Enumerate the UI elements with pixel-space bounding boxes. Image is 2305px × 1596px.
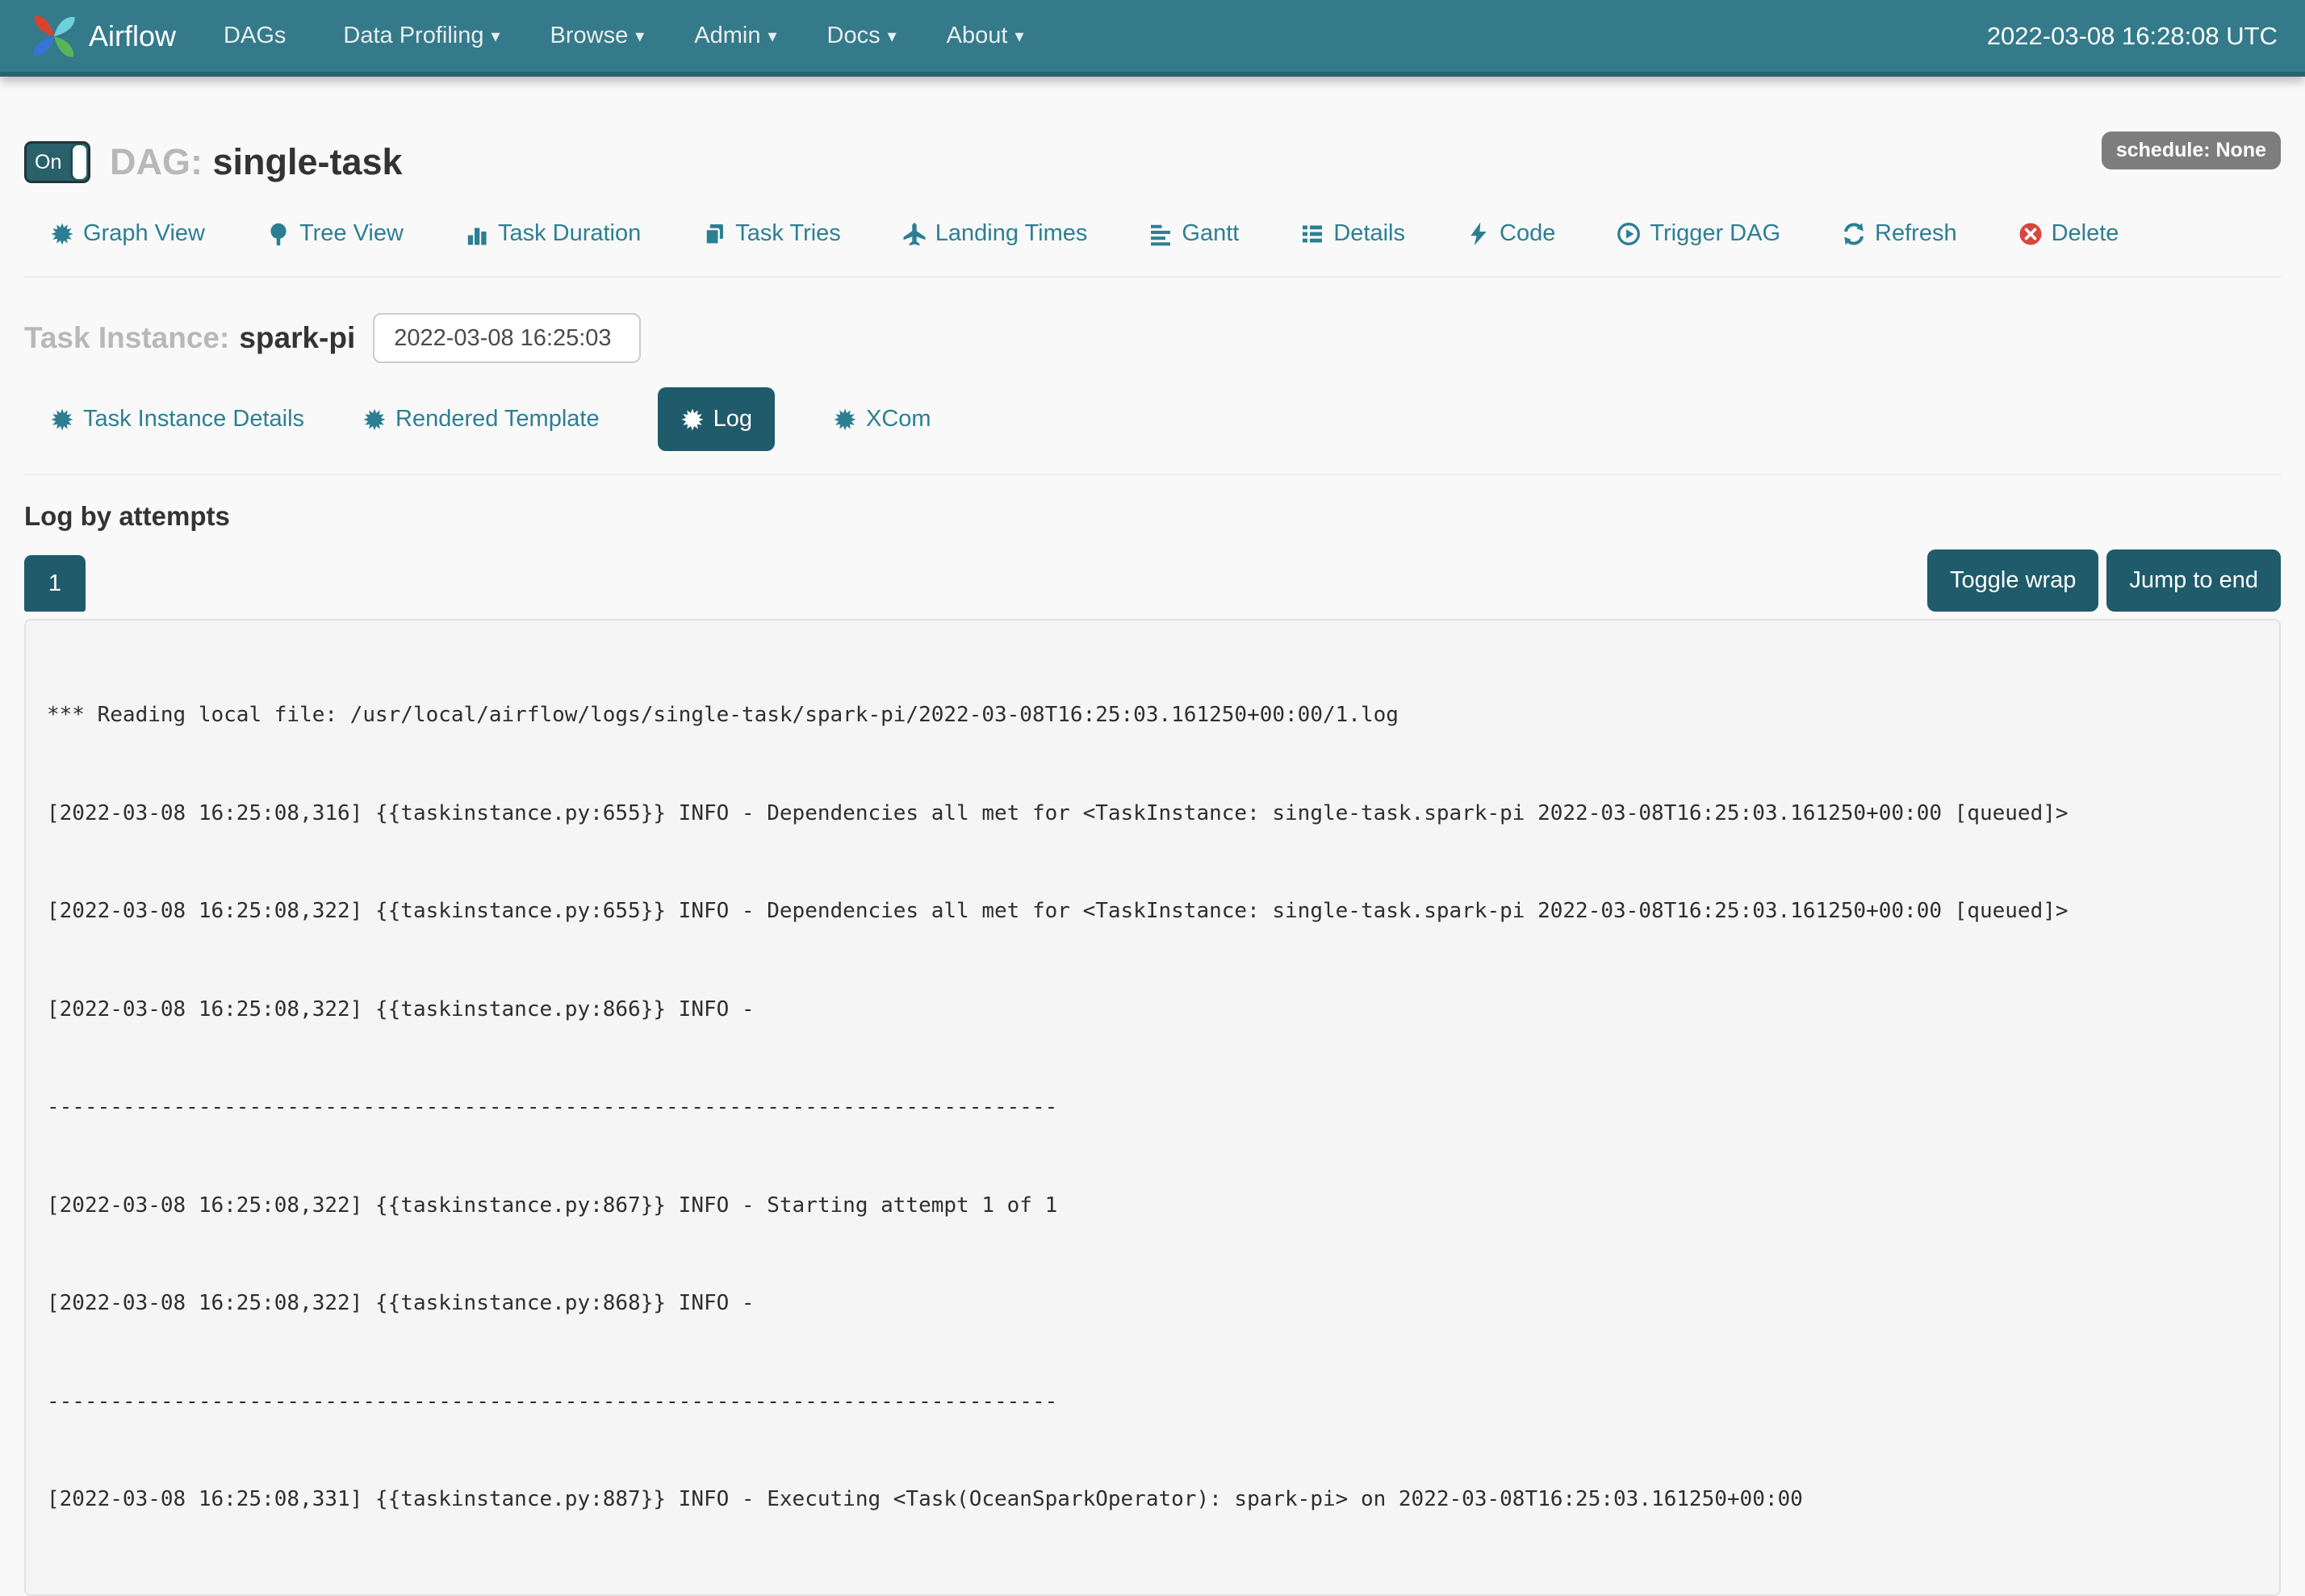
log-line: [2022-03-08 16:25:08,331] {{taskinstance… [47,1483,2258,1516]
bar-chart-icon [465,222,489,246]
log-buttons: Toggle wrap Jump to end [1927,549,2281,612]
nav-graph-view[interactable]: Graph View [50,220,205,247]
log-section-heading: Log by attempts [24,501,2281,532]
tab-rendered-template[interactable]: Rendered Template [362,406,600,432]
log-output: *** Reading local file: /usr/local/airfl… [24,619,2281,1596]
toggle-wrap-button[interactable]: Toggle wrap [1927,549,2098,612]
log-line: *** Reading local file: /usr/local/airfl… [47,699,2258,732]
task-instance-nav: Task Instance Details Rendered Template … [24,387,2281,451]
dag-pause-toggle[interactable]: On [24,141,90,183]
dag-title-prefix: DAG: [110,141,203,182]
chevron-down-icon: ▾ [888,27,897,45]
list-icon [1300,222,1324,246]
chevron-down-icon: ▾ [1014,27,1023,45]
brand-label: Airflow [89,19,176,53]
log-line: [2022-03-08 16:25:08,322] {{taskinstance… [47,993,2258,1026]
burst-icon [833,407,857,432]
toggle-handle [73,145,86,179]
nav-code[interactable]: Code [1466,220,1555,247]
nav-delete[interactable]: Delete [2018,220,2119,247]
nav-refresh[interactable]: Refresh [1842,220,1957,247]
dag-view-nav: Graph View Tree View Task Duration Task … [24,220,2281,247]
execution-date-input[interactable] [373,313,641,363]
nav-gantt[interactable]: Gantt [1148,220,1239,247]
nav-item-admin[interactable]: Admin▾ [669,23,801,49]
jump-to-end-button[interactable]: Jump to end [2106,549,2281,612]
nav-item-dags[interactable]: DAGs [199,23,318,49]
burst-icon [50,222,74,246]
refresh-icon [1842,222,1866,246]
nav-task-duration[interactable]: Task Duration [465,220,641,247]
duplicate-icon [702,222,726,246]
tab-task-instance-details[interactable]: Task Instance Details [50,406,304,432]
nav-landing-times[interactable]: Landing Times [902,220,1088,247]
log-line: [2022-03-08 16:25:08,322] {{taskinstance… [47,1287,2258,1320]
log-line: [2022-03-08 16:25:08,322] {{taskinstance… [47,895,2258,928]
log-line: ----------------------------------------… [47,1091,2258,1124]
nav-details[interactable]: Details [1300,220,1405,247]
airflow-pinwheel-logo [27,10,81,63]
chevron-down-icon: ▾ [635,27,644,45]
dag-name: single-task [213,141,403,182]
divider [24,276,2281,278]
task-instance-name: spark-pi [239,321,355,355]
nav-item-browse[interactable]: Browse▾ [525,23,670,49]
log-line: [2022-03-08 16:25:08,322] {{taskinstance… [47,1189,2258,1222]
remove-circle-icon [2018,222,2043,246]
align-left-icon [1148,222,1173,246]
task-instance-label: Task Instance: [24,321,229,355]
nav-task-tries[interactable]: Task Tries [702,220,841,247]
burst-icon [362,407,387,432]
dag-header: On DAG: single-task schedule: None [24,141,2281,183]
schedule-badge: schedule: None [2102,132,2281,169]
top-navbar: Airflow DAGs Data Profiling▾ Browse▾ Adm… [0,0,2305,77]
nav-item-data-profiling[interactable]: Data Profiling▾ [318,23,525,49]
nav-trigger-dag[interactable]: Trigger DAG [1617,220,1780,247]
chevron-down-icon: ▾ [768,27,776,45]
chevron-down-icon: ▾ [491,27,500,45]
divider [24,474,2281,475]
toggle-state-label: On [35,151,61,174]
nav-item-about[interactable]: About▾ [922,23,1049,49]
nav-tree-view[interactable]: Tree View [266,220,404,247]
tree-icon [266,222,291,246]
log-attempt-row: 1 Toggle wrap Jump to end [24,549,2281,612]
attempt-tab-1[interactable]: 1 [24,555,86,612]
play-circle-icon [1617,222,1641,246]
plane-icon [902,222,927,246]
page-title: DAG: single-task [110,142,403,182]
airflow-brand[interactable]: Airflow [27,10,176,63]
task-instance-row: Task Instance: spark-pi [24,313,2281,363]
log-line: ----------------------------------------… [47,1385,2258,1418]
burst-icon [680,407,705,432]
nav-item-docs[interactable]: Docs▾ [802,23,922,49]
burst-icon [50,407,74,432]
log-line: [2022-03-08 16:25:08,316] {{taskinstance… [47,797,2258,830]
utc-clock: 2022-03-08 16:28:08 UTC [1987,22,2278,51]
lightning-icon [1466,222,1491,246]
tab-xcom[interactable]: XCom [833,406,931,432]
tab-log[interactable]: Log [658,387,775,451]
navbar-menu: DAGs Data Profiling▾ Browse▾ Admin▾ Docs… [199,23,1048,49]
